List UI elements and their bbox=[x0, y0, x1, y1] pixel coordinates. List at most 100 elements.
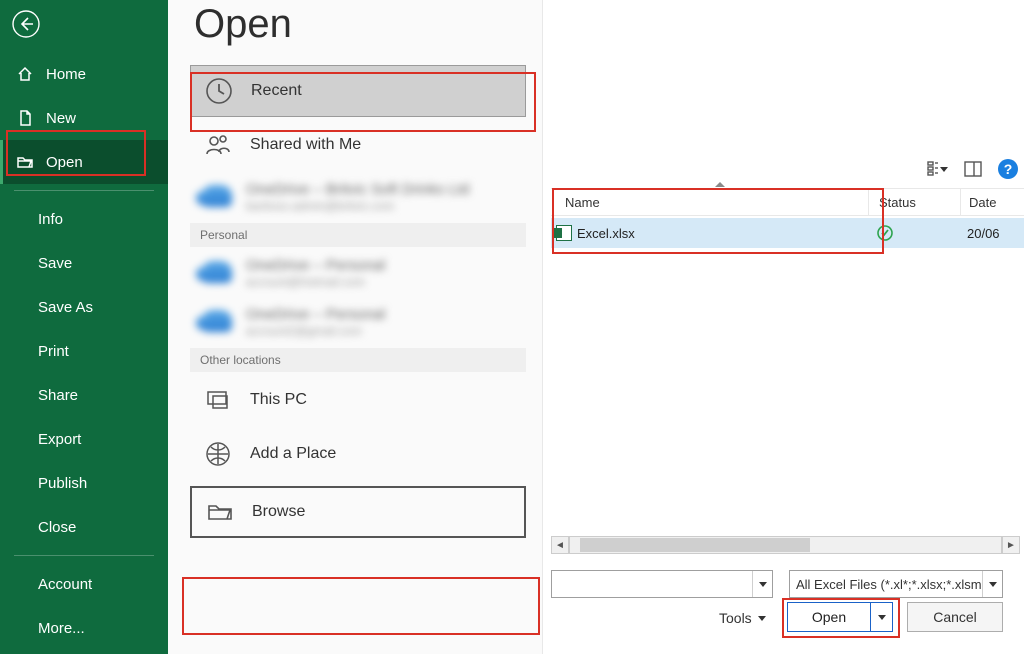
column-sort-indicator bbox=[715, 182, 725, 187]
open-button-label: Open bbox=[812, 609, 846, 625]
location-addplace-label: Add a Place bbox=[250, 445, 336, 463]
sync-ok-icon bbox=[877, 225, 893, 241]
org-sub: baritoso.admin@britvic.com bbox=[246, 199, 469, 213]
location-browse-label: Browse bbox=[252, 503, 305, 521]
scroll-track[interactable] bbox=[569, 536, 1002, 554]
chevron-down-icon bbox=[989, 582, 997, 587]
personal1-title: OneDrive – Personal bbox=[246, 257, 385, 275]
nav-share-label: Share bbox=[38, 387, 78, 404]
nav-save-label: Save bbox=[38, 255, 72, 272]
col-name[interactable]: Name bbox=[551, 189, 869, 215]
section-personal: Personal bbox=[190, 223, 526, 247]
cloud-icon bbox=[202, 261, 232, 283]
scroll-right-button[interactable]: ► bbox=[1002, 536, 1020, 554]
file-dialog: ? Name Status Date Excel.xlsx 20/06 ◄ ► … bbox=[542, 0, 1024, 654]
nav-export[interactable]: Export bbox=[0, 417, 168, 461]
nav-new[interactable]: New bbox=[0, 96, 168, 140]
back-button[interactable] bbox=[6, 4, 46, 44]
shared-icon bbox=[202, 129, 234, 161]
personal1-sub: account@hotmail.com bbox=[246, 275, 385, 289]
nav-more-label: More... bbox=[38, 620, 85, 637]
location-shared-label: Shared with Me bbox=[250, 136, 361, 154]
filetype-filter-combo[interactable]: All Excel Files (*.xl*;*.xlsx;*.xlsm;* bbox=[789, 570, 1003, 598]
location-browse[interactable]: Browse bbox=[190, 486, 526, 538]
open-button[interactable]: Open bbox=[787, 602, 871, 632]
filename-combo-dropdown[interactable] bbox=[752, 571, 772, 597]
filetype-filter-dropdown[interactable] bbox=[982, 571, 1002, 597]
help-button[interactable]: ? bbox=[998, 159, 1018, 179]
nav-export-label: Export bbox=[38, 431, 81, 448]
open-button-dropdown[interactable] bbox=[871, 602, 893, 632]
section-other: Other locations bbox=[190, 348, 526, 372]
chevron-down-icon bbox=[878, 615, 886, 620]
cancel-button[interactable]: Cancel bbox=[907, 602, 1003, 632]
chevron-down-icon bbox=[940, 167, 948, 172]
location-org-onedrive[interactable]: OneDrive – Britvic Soft Drinks Ltd barit… bbox=[190, 175, 526, 219]
file-name: Excel.xlsx bbox=[577, 226, 869, 241]
file-date: 20/06 bbox=[961, 226, 1024, 241]
nav-new-label: New bbox=[46, 110, 76, 127]
preview-pane-button[interactable] bbox=[962, 158, 984, 180]
cloud-icon bbox=[202, 185, 232, 207]
page-title: Open bbox=[194, 2, 542, 47]
nav-print-label: Print bbox=[38, 343, 69, 360]
nav-saveas[interactable]: Save As bbox=[0, 285, 168, 329]
nav-account-label: Account bbox=[38, 576, 92, 593]
nav-open[interactable]: Open bbox=[0, 140, 168, 184]
excel-file-icon bbox=[551, 225, 577, 241]
chevron-down-icon bbox=[758, 616, 766, 621]
back-arrow-icon bbox=[11, 9, 41, 39]
location-recent[interactable]: Recent bbox=[190, 65, 526, 117]
nav-home[interactable]: Home bbox=[0, 52, 168, 96]
browse-folder-icon bbox=[204, 496, 236, 528]
open-locations-panel: Open Recent Shared with Me OneDrive – Br… bbox=[168, 0, 542, 654]
scroll-left-button[interactable]: ◄ bbox=[551, 536, 569, 554]
col-status[interactable]: Status bbox=[869, 189, 961, 215]
col-date[interactable]: Date bbox=[961, 189, 1024, 215]
filename-combo[interactable] bbox=[551, 570, 773, 598]
location-personal-onedrive-2[interactable]: OneDrive – Personal account2@gmail.com bbox=[190, 300, 526, 344]
filetype-filter-text: All Excel Files (*.xl*;*.xlsx;*.xlsm;* bbox=[790, 577, 982, 592]
help-icon-label: ? bbox=[1004, 161, 1013, 177]
horizontal-scrollbar[interactable]: ◄ ► bbox=[551, 536, 1020, 554]
nav-open-label: Open bbox=[46, 154, 83, 171]
nav-save[interactable]: Save bbox=[0, 241, 168, 285]
nav-close-label: Close bbox=[38, 519, 76, 536]
tools-label: Tools bbox=[719, 610, 752, 626]
open-split-button: Open bbox=[787, 602, 893, 632]
org-title: OneDrive – Britvic Soft Drinks Ltd bbox=[246, 181, 469, 199]
personal2-title: OneDrive – Personal bbox=[246, 306, 385, 324]
location-recent-label: Recent bbox=[251, 82, 302, 100]
nav-saveas-label: Save As bbox=[38, 299, 93, 316]
file-status bbox=[869, 225, 961, 241]
nav-close[interactable]: Close bbox=[0, 505, 168, 549]
cloud-icon bbox=[202, 310, 232, 332]
nav-account[interactable]: Account bbox=[0, 562, 168, 606]
location-shared[interactable]: Shared with Me bbox=[190, 119, 526, 171]
open-folder-icon bbox=[16, 153, 34, 171]
location-thispc[interactable]: This PC bbox=[190, 374, 526, 426]
nav-more[interactable]: More... bbox=[0, 606, 168, 650]
cancel-button-label: Cancel bbox=[933, 609, 977, 625]
location-addplace[interactable]: Add a Place bbox=[190, 428, 526, 480]
dialog-toolbar: ? bbox=[926, 158, 1018, 180]
personal2-sub: account2@gmail.com bbox=[246, 324, 385, 338]
pc-icon bbox=[202, 384, 234, 416]
home-icon bbox=[16, 65, 34, 83]
nav-publish[interactable]: Publish bbox=[0, 461, 168, 505]
nav-info[interactable]: Info bbox=[0, 197, 168, 241]
tools-menu[interactable]: Tools bbox=[719, 610, 766, 626]
nav-separator-2 bbox=[14, 555, 154, 556]
new-file-icon bbox=[16, 109, 34, 127]
nav-print[interactable]: Print bbox=[0, 329, 168, 373]
location-personal-onedrive-1[interactable]: OneDrive – Personal account@hotmail.com bbox=[190, 251, 526, 295]
nav-home-label: Home bbox=[46, 66, 86, 83]
nav-share[interactable]: Share bbox=[0, 373, 168, 417]
file-list-header: Name Status Date bbox=[551, 188, 1024, 216]
nav-separator-1 bbox=[14, 190, 154, 191]
scroll-thumb[interactable] bbox=[580, 538, 810, 552]
view-options-button[interactable] bbox=[926, 158, 948, 180]
nav-publish-label: Publish bbox=[38, 475, 87, 492]
chevron-down-icon bbox=[759, 582, 767, 587]
file-row[interactable]: Excel.xlsx 20/06 bbox=[551, 218, 1024, 248]
